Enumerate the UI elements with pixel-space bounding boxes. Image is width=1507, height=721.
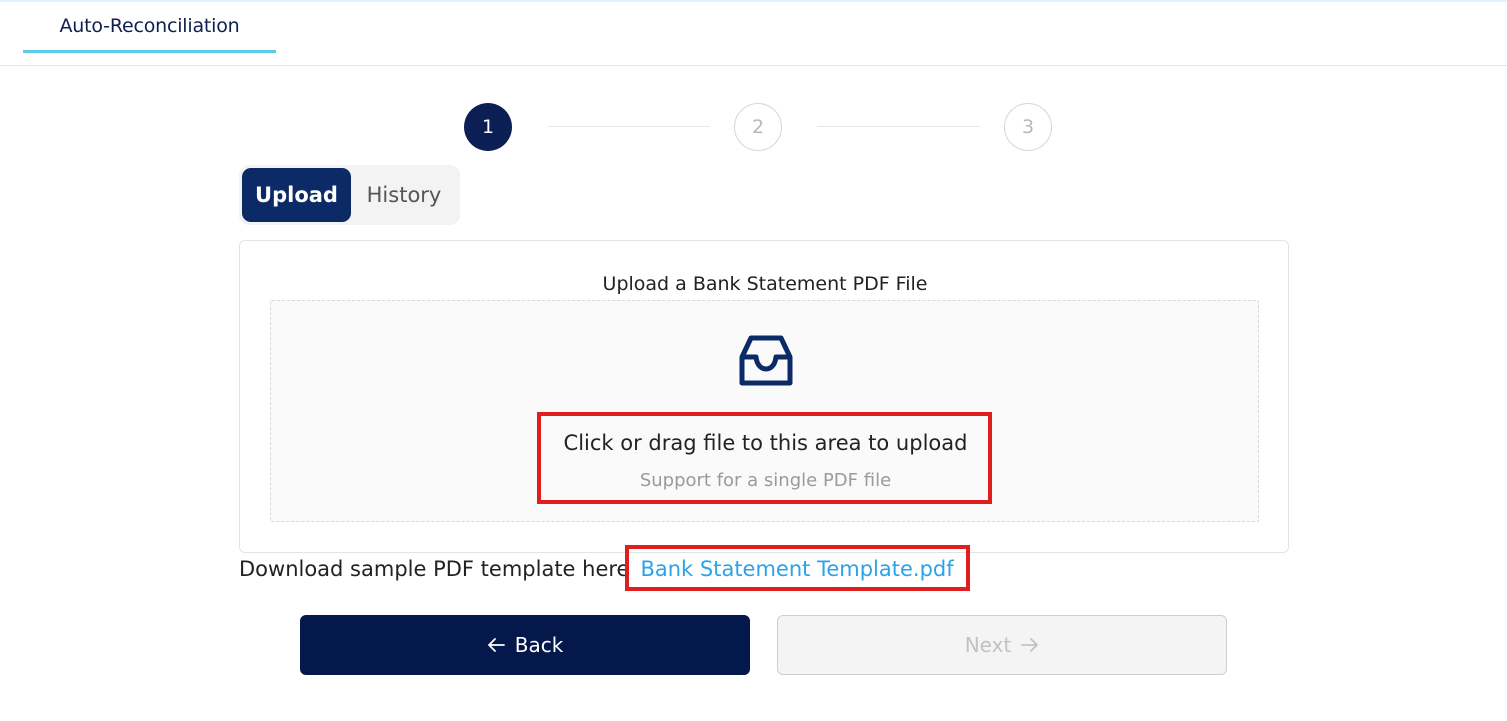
upload-history-toggle: Upload History	[239, 165, 460, 225]
file-dropzone[interactable]: Click or drag file to this area to uploa…	[270, 300, 1259, 522]
download-prefix: Download sample PDF template here	[239, 557, 630, 581]
arrow-left-icon	[487, 638, 505, 652]
step-1: 1	[464, 103, 512, 151]
tab-auto-reconciliation[interactable]: Auto-Reconciliation	[23, 2, 276, 53]
step-connector	[548, 126, 710, 127]
back-button[interactable]: Back	[300, 615, 750, 675]
arrow-right-icon	[1021, 638, 1039, 652]
upload-card: Upload a Bank Statement PDF File Click o…	[239, 240, 1289, 553]
history-tab-button[interactable]: History	[351, 168, 457, 222]
step-3: 3	[1004, 103, 1052, 151]
dropzone-hint: Support for a single PDF file	[639, 470, 892, 491]
dropzone-text: Click or drag file to this area to uploa…	[563, 431, 968, 455]
upload-card-title: Upload a Bank Statement PDF File	[602, 273, 928, 295]
next-button[interactable]: Next	[777, 615, 1227, 675]
download-row: Download sample PDF template here Bank S…	[239, 555, 954, 583]
step-connector	[817, 126, 980, 127]
stepper: 1 2 3	[464, 103, 1052, 151]
back-button-label: Back	[514, 633, 564, 657]
upload-tab-button[interactable]: Upload	[242, 168, 351, 222]
tab-bar: Auto-Reconciliation	[0, 2, 1507, 66]
step-2: 2	[734, 103, 782, 151]
next-button-label: Next	[964, 633, 1012, 657]
template-download-link[interactable]: Bank Statement Template.pdf	[640, 557, 953, 581]
inbox-icon	[739, 335, 793, 386]
